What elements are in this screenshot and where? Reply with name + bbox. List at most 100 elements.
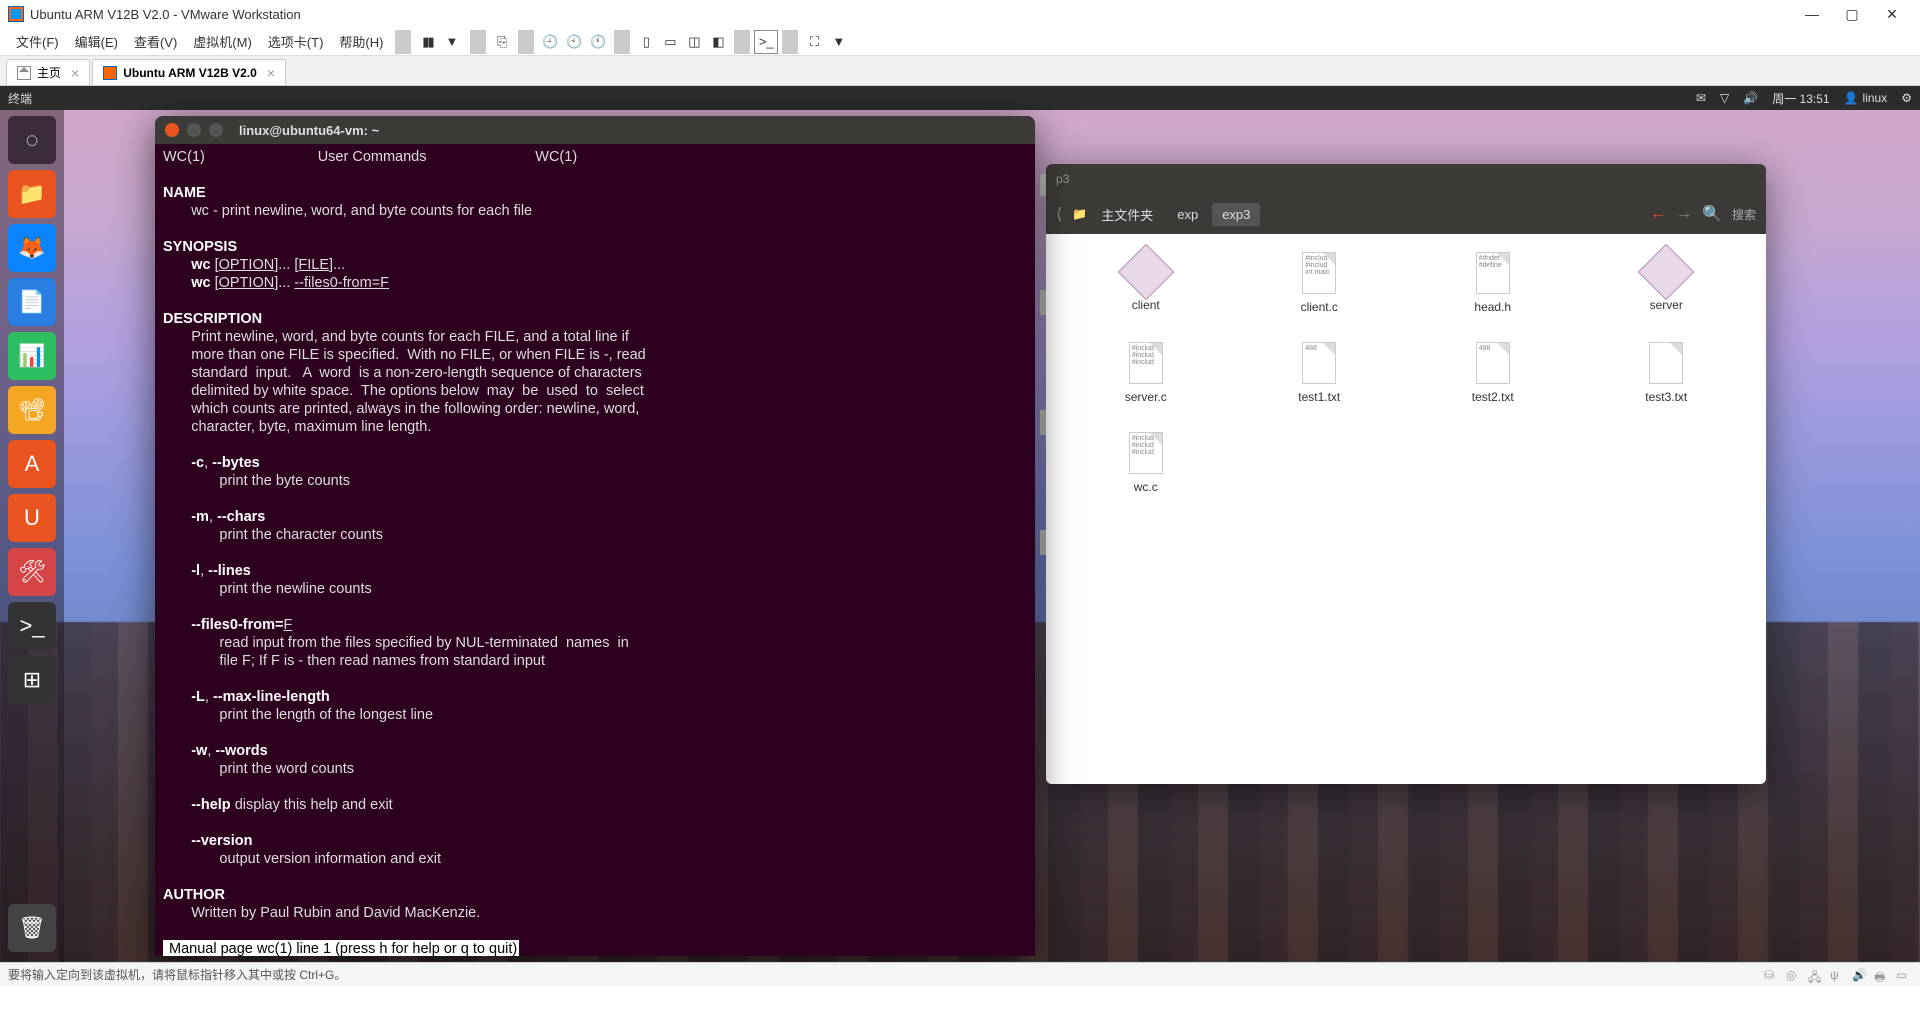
minimize-button[interactable]: — [1792,0,1832,28]
term-maximize-icon[interactable] [209,123,223,137]
status-hdd-icon[interactable]: ⛁ [1764,968,1780,982]
settings-icon[interactable]: 🛠 [8,548,56,596]
menu-view[interactable]: 查看(V) [126,32,185,51]
file-grid: client#includ #includ int mainclient.c#i… [1046,234,1766,784]
view-single-button[interactable]: ▯ [634,30,658,54]
search-icon[interactable]: 🔍 [1702,204,1722,224]
snapshot-button[interactable]: 🕘 [538,30,562,54]
crumb-exp3[interactable]: exp3 [1212,203,1260,226]
user-indicator[interactable]: 👤 linux [1844,91,1888,105]
tab-vm-label: Ubuntu ARM V12B V2.0 [123,66,257,80]
file-label: wc.c [1134,480,1158,494]
clock-indicator[interactable]: 周一 13:51 [1772,90,1829,107]
back-arrow-icon[interactable]: ← [1650,205,1666,223]
terminal-window: linux@ubuntu64-vm: ~ WC(1) User Commands… [155,116,1035,956]
network-indicator-icon[interactable]: ▽ [1720,91,1729,105]
stretch-button[interactable]: ⛶ [802,30,826,54]
file-item[interactable]: server [1585,252,1749,332]
file-item[interactable]: 488 test2.txt [1411,342,1575,422]
file-item[interactable]: client [1064,252,1228,332]
status-display-icon[interactable]: ▭ [1896,968,1912,982]
file-item[interactable]: #includ #includ #includserver.c [1064,342,1228,422]
dash-icon[interactable]: ◌ [8,116,56,164]
file-item[interactable]: #includ #includ #includwc.c [1064,432,1228,512]
file-tab-inactive[interactable]: p3 [1056,172,1069,186]
maximize-button[interactable]: ▢ [1832,0,1872,28]
executable-icon [1638,244,1695,301]
file-label: client.c [1301,300,1338,314]
tab-vm[interactable]: Ubuntu ARM V12B V2.0 × [92,59,286,85]
pause-button[interactable]: ▮▮ [415,30,439,54]
guest-viewport[interactable]: 终端 ✉ ▽ 🔊 周一 13:51 👤 linux ⚙ ◌ 📁 🦊 📄 📊 📽 … [0,86,1920,962]
term-close-icon[interactable] [165,123,179,137]
snapshot-manager-button[interactable]: 🕚 [586,30,610,54]
menu-edit[interactable]: 编辑(E) [67,32,126,51]
gear-indicator-icon[interactable]: ⚙ [1901,91,1912,105]
ubuntu-top-panel: 终端 ✉ ▽ 🔊 周一 13:51 👤 linux ⚙ [0,86,1920,110]
software-center-icon[interactable]: U [8,494,56,542]
unity-launcher: ◌ 📁 🦊 📄 📊 📽 A U 🛠 >_ ⊞ 🗑 [0,110,64,962]
writer-icon[interactable]: 📄 [8,278,56,326]
terminal-titlebar[interactable]: linux@ubuntu64-vm: ~ [155,116,1035,144]
file-manager-tabbar: p3 [1046,164,1766,194]
vmware-tabstrip: 主页 × Ubuntu ARM V12B V2.0 × [0,56,1920,86]
firefox-icon[interactable]: 🦊 [8,224,56,272]
file-item[interactable]: test3.txt [1585,342,1749,422]
nav-left-icon[interactable]: ⟨ [1056,204,1062,224]
text-file-icon: #includ #includ #includ [1129,342,1163,384]
tab-home-close[interactable]: × [71,65,79,81]
files-launcher-icon[interactable]: 📁 [8,170,56,218]
file-label: test1.txt [1298,390,1340,404]
term-minimize-icon[interactable] [187,123,201,137]
crumb-home[interactable]: 主文件夹 [1091,201,1163,228]
forward-arrow-icon[interactable]: → [1676,205,1692,223]
mail-indicator-icon[interactable]: ✉ [1696,91,1706,105]
file-item[interactable]: #ifndef #define head.h [1411,252,1575,332]
enter-fullscreen-button[interactable]: >_ [754,30,778,54]
close-button[interactable]: ✕ [1872,0,1912,28]
terminal-launcher-icon[interactable]: >_ [8,602,56,650]
home-folder-icon[interactable]: 📁 [1072,207,1087,221]
menu-help[interactable]: 帮助(H) [331,32,391,51]
trash-icon[interactable]: 🗑 [8,904,56,952]
file-item[interactable]: #includ #includ int mainclient.c [1238,252,1402,332]
vmware-logo-icon [8,6,24,22]
menu-tabs[interactable]: 选项卡(T) [260,32,332,51]
search-label[interactable]: 搜索 [1732,206,1756,223]
vmware-title-text: Ubuntu ARM V12B V2.0 - VMware Workstatio… [30,7,301,22]
tab-vm-close[interactable]: × [267,65,275,81]
view-unity-button[interactable]: ◫ [682,30,706,54]
terminal-content[interactable]: WC(1) User Commands WC(1) NAME wc - prin… [155,144,1035,956]
crumb-exp[interactable]: exp [1167,203,1208,226]
tab-home[interactable]: 主页 × [6,59,90,85]
send-ctrlaltdel-button[interactable]: ⎘ [490,30,514,54]
text-file-icon: #ifndef #define [1476,252,1510,294]
panel-app-title: 终端 [8,90,32,107]
file-label: server [1650,298,1683,312]
file-label: head.h [1474,300,1511,314]
tab-home-label: 主页 [37,64,61,81]
power-dropdown-icon[interactable]: ▼ [437,34,466,49]
impress-icon[interactable]: 📽 [8,386,56,434]
snapshot-revert-button[interactable]: 🕙 [562,30,586,54]
status-usb-icon[interactable]: ψ [1830,968,1846,982]
view-console-button[interactable]: ▭ [658,30,682,54]
status-sound-icon[interactable]: 🔊 [1852,968,1868,982]
text-file-icon: 488 [1302,342,1336,384]
file-label: test2.txt [1472,390,1514,404]
menu-file[interactable]: 文件(F) [8,32,67,51]
file-item[interactable]: 488 test1.txt [1238,342,1402,422]
workspace-switcher-icon[interactable]: ⊞ [8,656,56,704]
status-net-icon[interactable]: 🖧 [1808,968,1824,982]
vmware-statusbar: 要将输入定向到该虚拟机，请将鼠标指针移入其中或按 Ctrl+G。 ⛁ ◎ 🖧 ψ… [0,962,1920,986]
stretch-dropdown-icon[interactable]: ▼ [824,34,853,49]
calc-icon[interactable]: 📊 [8,332,56,380]
menu-vm[interactable]: 虚拟机(M) [185,32,260,51]
amazon-icon[interactable]: A [8,440,56,488]
status-printer-icon[interactable]: 🖶 [1874,968,1890,982]
status-cd-icon[interactable]: ◎ [1786,968,1802,982]
sound-indicator-icon[interactable]: 🔊 [1743,91,1758,105]
view-thumbnail-button[interactable]: ◧ [706,30,730,54]
text-file-icon: 488 [1476,342,1510,384]
vmware-titlebar: Ubuntu ARM V12B V2.0 - VMware Workstatio… [0,0,1920,28]
